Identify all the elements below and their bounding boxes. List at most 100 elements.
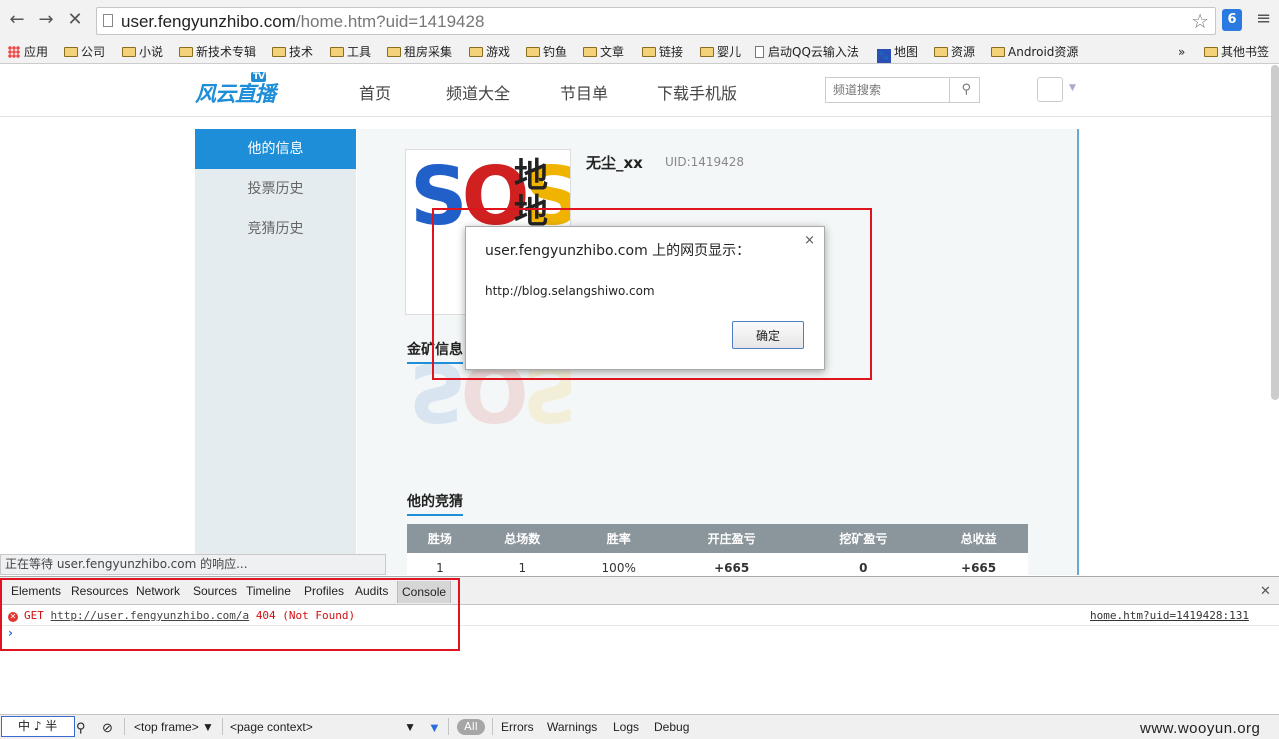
bookmark-other[interactable]: 其他书签 <box>1204 43 1269 61</box>
watermark: www.wooyun.org <box>1140 720 1261 737</box>
folder-icon <box>469 47 483 57</box>
folder-icon <box>1204 47 1218 57</box>
user-avatar-box[interactable] <box>1037 77 1063 102</box>
nav-channels[interactable]: 频道大全 <box>446 80 510 104</box>
highlight-box-dialog <box>432 208 872 380</box>
bookmark-item[interactable]: 公司 <box>64 43 105 61</box>
col-rate: 胜率 <box>571 524 666 553</box>
bookmark-label: Android资源 <box>1008 45 1079 59</box>
extension-icon[interactable]: 6 <box>1222 9 1242 31</box>
bookmark-label: 小说 <box>139 45 164 59</box>
nav-schedule[interactable]: 节目单 <box>560 80 608 104</box>
divider <box>222 718 223 735</box>
page-icon <box>103 14 113 27</box>
profile-name: 无尘_xx <box>586 154 643 172</box>
status-bubble: 正在等待 user.fengyunzhibo.com 的响应... <box>0 554 386 575</box>
bookmarks-more[interactable]: » <box>1178 43 1185 61</box>
bookmark-item[interactable]: 游戏 <box>469 43 510 61</box>
divider <box>124 718 125 735</box>
search-input[interactable] <box>826 78 950 102</box>
bookmark-item[interactable]: 新技术专辑 <box>179 43 256 61</box>
bookmark-label: 技术 <box>289 45 314 59</box>
paw-icon: 🐾 <box>877 49 891 63</box>
bookmark-label: 游戏 <box>486 45 511 59</box>
ime-toolbar[interactable]: 中 ♪ 半 <box>1 716 75 737</box>
bookmark-item[interactable]: 启动QQ云输入法 <box>755 43 859 61</box>
folder-icon <box>991 47 1005 57</box>
section-bets-title: 他的竞猜 <box>407 491 463 516</box>
bookmark-star-icon[interactable]: ☆ <box>1191 9 1209 33</box>
bookmark-label: 公司 <box>81 45 106 59</box>
bookmark-label: 资源 <box>951 45 976 59</box>
folder-icon <box>387 47 401 57</box>
folder-icon <box>934 47 948 57</box>
page-scrollbar[interactable] <box>1271 65 1279 400</box>
bookmark-item[interactable]: 文章 <box>583 43 624 61</box>
bookmark-label: 地图 <box>894 45 919 59</box>
site-header <box>0 65 1279 117</box>
chevron-down-icon[interactable]: ▼ <box>1069 83 1076 93</box>
devtools-close-icon[interactable]: ✕ <box>1260 584 1271 599</box>
forward-icon[interactable]: → <box>35 9 57 31</box>
bookmark-item[interactable]: 链接 <box>642 43 683 61</box>
sidebar-item-bets[interactable]: 竞猜历史 <box>195 209 356 249</box>
bookmark-label: 文章 <box>600 45 625 59</box>
profile-sidebar: 他的信息 投票历史 竞猜历史 <box>195 129 356 575</box>
table-header-row: 胜场 总场数 胜率 开庄盈亏 挖矿盈亏 总收益 <box>407 524 1028 553</box>
bookmark-item[interactable]: 租房采集 <box>387 43 452 61</box>
folder-icon <box>330 47 344 57</box>
bookmark-label: 租房采集 <box>404 45 453 59</box>
bookmark-item[interactable]: 工具 <box>330 43 371 61</box>
menu-icon[interactable]: ≡ <box>1256 9 1272 29</box>
filter-all[interactable]: All <box>457 719 485 735</box>
filter-debug[interactable]: Debug <box>654 720 689 734</box>
bookmark-item[interactable]: 应用 <box>8 43 48 61</box>
stop-icon[interactable]: ✕ <box>64 9 86 31</box>
bet-stats-table: 胜场 总场数 胜率 开庄盈亏 挖矿盈亏 总收益 1 1 100% +665 0 … <box>407 524 1028 583</box>
apps-icon <box>8 46 20 58</box>
folder-icon <box>122 47 136 57</box>
folder-icon <box>526 47 540 57</box>
filter-warnings[interactable]: Warnings <box>547 720 597 734</box>
address-bar[interactable]: user.fengyunzhibo.com/home.htm?uid=14194… <box>96 7 1216 35</box>
channel-search: ⚲ <box>825 77 980 103</box>
clear-console-icon[interactable]: ⊘ <box>102 720 113 736</box>
folder-icon <box>642 47 656 57</box>
bookmark-item[interactable]: 🐾 地图 <box>877 43 919 63</box>
col-total: 总场数 <box>472 524 572 553</box>
search-icon[interactable]: ⚲ <box>76 720 86 736</box>
filter-icon[interactable]: ▼ <box>428 720 441 735</box>
page-icon <box>755 46 764 58</box>
highlight-box-console <box>0 578 460 651</box>
col-mining: 挖矿盈亏 <box>797 524 930 553</box>
folder-icon <box>700 47 714 57</box>
folder-icon <box>583 47 597 57</box>
bookmark-item[interactable]: Android资源 <box>991 43 1078 61</box>
nav-download[interactable]: 下载手机版 <box>657 80 737 104</box>
frame-select[interactable]: <top frame> ▼ <box>134 720 214 734</box>
sidebar-item-votes[interactable]: 投票历史 <box>195 169 356 209</box>
bookmark-item[interactable]: 资源 <box>934 43 975 61</box>
url-text: user.fengyunzhibo.com/home.htm?uid=14194… <box>121 12 485 31</box>
profile-uid: UID:1419428 <box>665 155 745 169</box>
bookmark-label: 工具 <box>347 45 372 59</box>
bookmark-label: 链接 <box>659 45 684 59</box>
filter-errors[interactable]: Errors <box>501 720 534 734</box>
col-banker: 开庄盈亏 <box>665 524 798 553</box>
site-logo[interactable]: 风云直播 TV <box>195 72 276 108</box>
context-select[interactable]: <page context> ▼ <box>230 720 416 734</box>
bookmark-label: 钓鱼 <box>543 45 568 59</box>
divider <box>492 718 493 735</box>
error-source-link[interactable]: home.htm?uid=1419428:131 <box>1090 609 1249 622</box>
filter-logs[interactable]: Logs <box>613 720 639 734</box>
folder-icon <box>64 47 78 57</box>
sidebar-item-info[interactable]: 他的信息 <box>195 129 356 169</box>
bookmark-item[interactable]: 钓鱼 <box>526 43 567 61</box>
nav-home[interactable]: 首页 <box>359 80 391 104</box>
bookmark-item[interactable]: 小说 <box>122 43 163 61</box>
back-icon[interactable]: ← <box>6 9 28 31</box>
bookmark-item[interactable]: 婴儿 <box>700 43 741 61</box>
search-icon[interactable]: ⚲ <box>961 82 971 97</box>
bookmark-item[interactable]: 技术 <box>272 43 313 61</box>
bookmark-label: 婴儿 <box>717 45 742 59</box>
